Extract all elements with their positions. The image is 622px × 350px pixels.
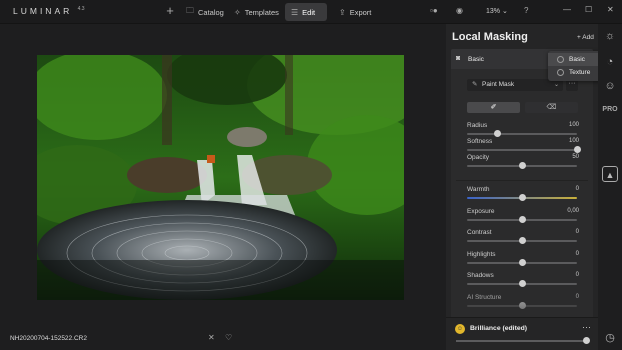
add-button[interactable]: + Add [577,34,594,41]
mask-type-value: Paint Mask [482,81,515,88]
opacity-label: Opacity [467,154,490,161]
brush-icon: ✎ [472,81,478,88]
file-name: NH20200704-152522.CR2 [10,335,87,342]
adjust-knob[interactable] [518,215,526,223]
nav-edit-button[interactable]: ☰ Edit [285,3,327,21]
mask-type-select[interactable]: ✎ Paint Mask ⌄ [467,79,563,91]
softness-track[interactable] [467,149,577,151]
softness-label: Softness [467,138,493,145]
brilliance-icon: ☺ [455,324,465,334]
zoom-value: 13% [486,8,501,15]
layer-amount-knob[interactable] [582,337,590,344]
nav-catalog-button[interactable]: 🗀 Catalog [180,3,230,21]
texture-tool-icon [557,69,564,76]
creative-palette-icon[interactable]: ◔ [602,54,618,70]
adjust-label: Shadows [467,272,494,279]
app-logo: LUMINAR 4.3 [13,6,85,16]
opacity-value: 50 [572,154,579,160]
basic-tool-card: ◙ Basic ✎ Paint Mask ⌄ ··· ✐ ⌫ Radius 10… [451,49,593,324]
close-window-button[interactable]: ✕ [607,5,614,14]
layer-name: Brilliance (edited) [470,325,528,332]
adjust-knob[interactable] [518,258,526,266]
adjust-knob[interactable] [518,194,526,201]
export-icon: ⇪ [339,7,346,17]
nav-templates-label: Templates [244,7,279,17]
radius-label: Radius [467,122,488,129]
adjust-value: 0 [575,250,579,257]
eye-icon[interactable]: ◉ [456,6,463,15]
softness-value: 100 [568,138,579,144]
adjust-label: Contrast [467,229,492,236]
section-divider [456,180,588,181]
brilliance-layer[interactable]: ☺ Brilliance (edited) ··· [446,317,598,350]
heart-icon[interactable]: ♡ [225,333,232,342]
nav-export-label: Export [349,7,372,17]
dropdown-item-label: Texture [569,69,591,76]
adjust-value: 0,00 [567,207,579,214]
nav-templates-button[interactable]: ✧ Templates [228,3,285,21]
zoom-level[interactable]: 13% ⌄ [486,7,508,15]
luminar-window: LUMINAR 4.3 + 🗀 Catalog ✧ Templates ☰ Ed… [0,0,622,350]
adjust-label: Exposure [467,207,495,215]
image-canvas[interactable] [0,24,446,326]
folder-icon: 🗀 [186,6,194,15]
nav-export-button[interactable]: ⇪ Export [333,3,377,21]
layer-more-button[interactable]: ··· [582,322,591,332]
radius-track[interactable] [467,133,577,135]
panel-title: Local Masking [452,31,528,43]
waterfall-image [37,55,404,300]
reject-icon[interactable]: ✕ [208,333,215,342]
eraser-icon: ⌫ [546,104,557,111]
tool-name: Basic [468,56,484,63]
sliders-icon: ☰ [291,7,299,17]
add-photos-button[interactable]: + [163,4,177,18]
softness-knob[interactable] [573,146,581,153]
adjust-value: 0 [575,186,579,192]
radius-knob[interactable] [494,130,502,137]
templates-icon: ✧ [234,7,241,17]
radius-value: 100 [568,122,579,128]
bottom-bar: NH20200704-152522.CR2 ✕ ♡ [0,326,446,350]
maximize-button[interactable]: ☐ [585,5,592,14]
top-bar: LUMINAR 4.3 + 🗀 Catalog ✧ Templates ☰ Ed… [0,0,622,24]
dropdown-item-label: Basic [569,56,585,63]
minimize-button[interactable]: — [563,5,571,14]
layer-amount-track[interactable] [456,340,586,342]
camera-icon: ◙ [456,55,461,62]
pro-tools-icon[interactable]: PRO [602,102,618,118]
portrait-face-icon[interactable]: ☺ [602,78,618,94]
essentials-sun-icon[interactable]: ☼ [602,28,618,44]
erase-mode-button[interactable]: ⌫ [525,102,578,113]
waterfall-photo[interactable] [37,55,404,300]
paintbrush-icon: ✐ [490,104,497,111]
adjust-label: Highlights [467,250,496,258]
local-masking-icon[interactable]: ▲ [602,166,618,182]
brush-mode-button[interactable]: ✐ [467,102,520,113]
basic-tool-icon [557,56,564,63]
nav-edit-label: Edit [302,7,316,17]
adjust-value: 0 [575,229,579,235]
adjust-value: 0 [575,272,579,278]
tool-category-bar: ☼ ◔ ☺ PRO ▲ ◷ [598,24,622,350]
opacity-knob[interactable] [518,162,526,169]
compare-toggle-icon[interactable]: ▫● [430,6,438,15]
nav-catalog-label: Catalog [198,7,224,17]
adjust-label: Warmth [467,186,490,193]
history-clock-icon[interactable]: ◷ [602,330,618,346]
help-icon[interactable]: ? [524,6,528,15]
adjust-knob[interactable] [518,237,526,244]
